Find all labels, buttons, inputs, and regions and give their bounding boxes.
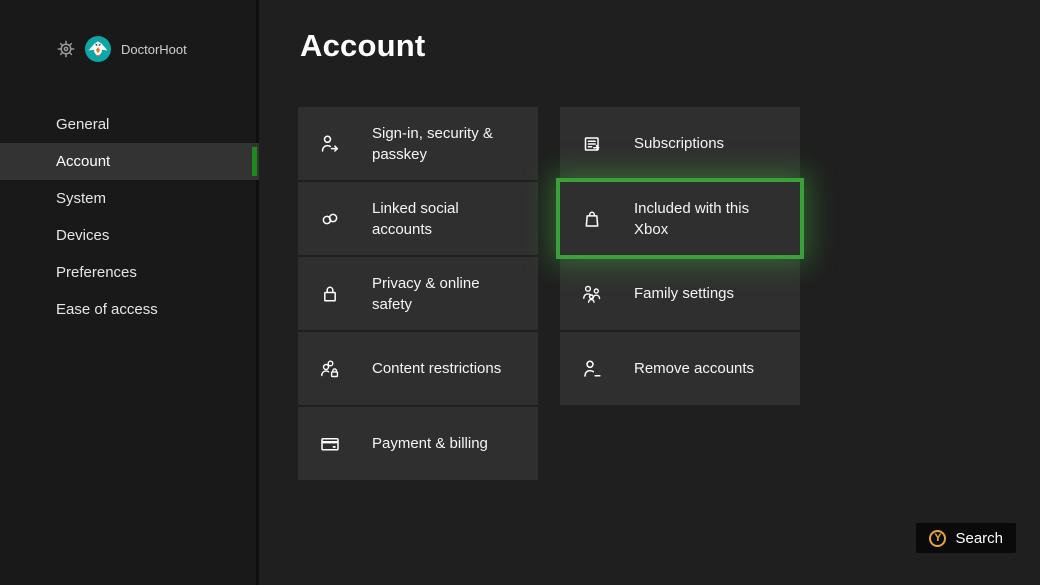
- page-title: Account: [300, 28, 425, 64]
- credit-card-icon: [318, 432, 342, 456]
- tile-subscriptions[interactable]: Subscriptions: [560, 107, 800, 180]
- family-icon: [580, 282, 604, 306]
- tile-label: Remove accounts: [634, 358, 754, 379]
- person-lock-icon: [318, 357, 342, 381]
- sidebar-item-label: Preferences: [56, 264, 137, 281]
- sidebar-item-system[interactable]: System: [0, 180, 259, 217]
- subscriptions-icon: [580, 132, 604, 156]
- account-tiles: Sign-in, security & passkey Linked socia…: [298, 107, 800, 480]
- profile-header[interactable]: DoctorHoot: [55, 36, 187, 62]
- tile-label: Included with this Xbox: [634, 198, 784, 240]
- sidebar-nav: General Account System Devices Preferenc…: [0, 106, 259, 328]
- sidebar-item-general[interactable]: General: [0, 106, 259, 143]
- tile-content-restrictions[interactable]: Content restrictions: [298, 332, 538, 405]
- sidebar-item-label: Ease of access: [56, 301, 158, 318]
- tile-family-settings[interactable]: Family settings: [560, 257, 800, 330]
- tile-label: Linked social accounts: [372, 198, 522, 240]
- sign-in-icon: [318, 132, 342, 156]
- sidebar-item-preferences[interactable]: Preferences: [0, 254, 259, 291]
- tile-label: Subscriptions: [634, 133, 724, 154]
- tiles-column-2: Subscriptions Included with this Xbox: [560, 107, 800, 480]
- tile-payment-billing[interactable]: Payment & billing: [298, 407, 538, 480]
- avatar: [85, 36, 111, 62]
- lock-icon: [318, 282, 342, 306]
- sidebar-item-ease-of-access[interactable]: Ease of access: [0, 291, 259, 328]
- y-button-icon: Y: [929, 530, 946, 547]
- gear-icon: [55, 38, 77, 60]
- person-remove-icon: [580, 357, 604, 381]
- tile-label: Family settings: [634, 283, 734, 304]
- tile-remove-accounts[interactable]: Remove accounts: [560, 332, 800, 405]
- selected-indicator: [252, 147, 257, 176]
- sidebar-item-devices[interactable]: Devices: [0, 217, 259, 254]
- username: DoctorHoot: [121, 42, 187, 57]
- tile-label: Sign-in, security & passkey: [372, 123, 522, 165]
- sidebar-item-label: System: [56, 190, 106, 207]
- tiles-column-1: Sign-in, security & passkey Linked socia…: [298, 107, 538, 480]
- sidebar-item-label: Account: [56, 153, 110, 170]
- search-button[interactable]: Y Search: [916, 523, 1016, 553]
- tile-label: Privacy & online safety: [372, 273, 522, 315]
- sidebar-item-account[interactable]: Account: [0, 143, 259, 180]
- tile-included-with-this-xbox[interactable]: Included with this Xbox: [560, 182, 800, 255]
- sidebar-item-label: General: [56, 116, 109, 133]
- tile-label: Payment & billing: [372, 433, 488, 454]
- tile-privacy-online-safety[interactable]: Privacy & online safety: [298, 257, 538, 330]
- tile-label: Content restrictions: [372, 358, 501, 379]
- tile-linked-social-accounts[interactable]: Linked social accounts: [298, 182, 538, 255]
- tile-sign-in-security-passkey[interactable]: Sign-in, security & passkey: [298, 107, 538, 180]
- search-label: Search: [955, 530, 1003, 547]
- link-icon: [318, 207, 342, 231]
- settings-sidebar: DoctorHoot General Account System Device…: [0, 0, 259, 585]
- xbox-settings-screen: { "sidebar": { "user": { "name": "Doctor…: [0, 0, 1040, 585]
- sidebar-item-label: Devices: [56, 227, 109, 244]
- shopping-bag-icon: [580, 207, 604, 231]
